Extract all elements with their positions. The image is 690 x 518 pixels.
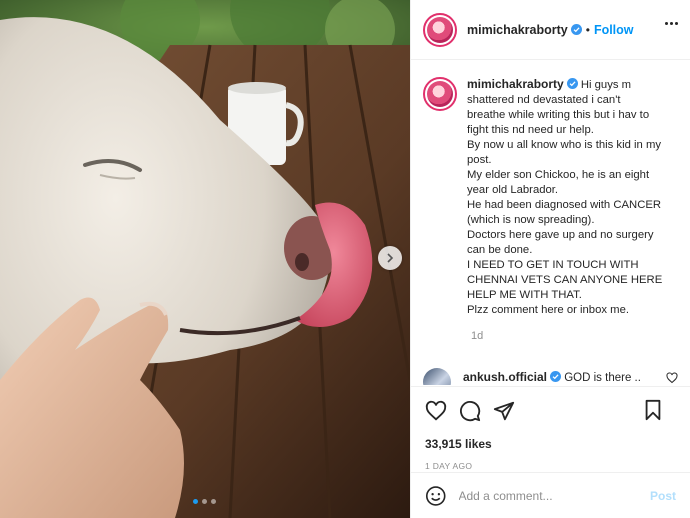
carousel-indicator <box>193 499 216 504</box>
verified-badge-icon <box>570 24 582 35</box>
save-button[interactable] <box>642 399 664 421</box>
caption-line-15: Plzz comment here or inbox me. <box>467 304 629 316</box>
like-button[interactable] <box>425 400 447 422</box>
author-avatar[interactable] <box>423 12 457 47</box>
comment-button[interactable] <box>459 400 481 422</box>
carousel-next-button[interactable] <box>378 246 402 270</box>
comment-input[interactable] <box>458 488 650 503</box>
likes-count[interactable]: 33,915 likes <box>425 437 676 451</box>
caption-author-avatar[interactable] <box>423 77 457 111</box>
caption-timestamp[interactable]: 1d <box>471 330 678 342</box>
caption-line-0: Hi guys m <box>580 79 632 91</box>
comment-icon <box>460 401 481 422</box>
caption-line-13: CHENNAI VETS CAN ANYONE HERE <box>467 274 663 286</box>
verified-badge-icon <box>550 371 562 382</box>
post-photo[interactable] <box>0 0 410 518</box>
author-username[interactable]: mimichakraborty <box>467 23 568 37</box>
commenter-username[interactable]: ankush.official <box>463 370 547 384</box>
caption-line-1: shattered nd devastated i can't <box>467 94 621 106</box>
more-options-icon[interactable] <box>665 22 678 25</box>
comment-body: GOD is there .. <box>564 372 641 384</box>
caption-text: mimichakraborty Hi guys m shattered nd d… <box>467 77 675 318</box>
caption-line-12: I NEED TO GET IN TOUCH WITH <box>467 259 639 271</box>
caption-line-10: Doctors here gave up and no surgery <box>467 229 654 241</box>
caption-username[interactable]: mimichakraborty <box>467 77 564 91</box>
follow-button[interactable]: Follow <box>594 23 634 37</box>
commenter-avatar[interactable] <box>423 368 451 385</box>
emoji-icon[interactable] <box>425 485 447 507</box>
caption-line-9: (which is now spreading). <box>467 214 595 226</box>
chevron-right-icon <box>387 253 394 263</box>
carousel-dot <box>211 499 216 504</box>
bookmark-icon <box>645 399 661 421</box>
separator: • <box>585 22 590 37</box>
post-date[interactable]: 1 DAY AGO <box>425 461 676 471</box>
caption-line-8: He had been diagnosed with CANCER <box>467 199 662 211</box>
caption-line-11: can be done. <box>467 244 533 256</box>
post-comment-button[interactable]: Post <box>650 489 676 503</box>
caption-line-2: breathe while writing this but i hav to <box>467 109 650 121</box>
carousel-dot <box>202 499 207 504</box>
caption-line-3: fight this nd need ur help. <box>467 124 594 136</box>
caption-line-14: HELP ME WITH THAT. <box>467 289 582 301</box>
caption-line-7: year old Labrador. <box>467 184 559 196</box>
comment-heart-icon[interactable] <box>666 372 678 384</box>
carousel-dot <box>193 499 198 504</box>
verified-badge-icon <box>566 78 578 89</box>
post-details-panel: mimichakraborty • Follow mimichakraborty… <box>410 0 690 518</box>
heart-icon <box>425 400 447 421</box>
caption-line-6: My elder son Chickoo, he is an eight <box>467 169 650 181</box>
caption-line-5: post. <box>467 154 492 166</box>
dog-photo <box>0 0 410 518</box>
paper-plane-icon <box>493 401 515 421</box>
comment-text: ankush.official GOD is there .. <box>463 370 641 384</box>
post-header: mimichakraborty • Follow <box>411 0 690 60</box>
caption: mimichakraborty Hi guys m shattered nd d… <box>423 77 678 318</box>
caption-line: mimichakraborty Hi guys m <box>467 77 675 93</box>
add-comment-bar: Post <box>411 472 690 518</box>
post-actions: 33,915 likes 1 DAY AGO <box>411 386 690 471</box>
share-button[interactable] <box>493 400 515 422</box>
comment-item: ankush.official GOD is there .. <box>423 368 678 385</box>
caption-line-4: By now u all know who is this kid in my <box>467 139 662 151</box>
comments-section[interactable]: mimichakraborty Hi guys m shattered nd d… <box>411 61 690 385</box>
